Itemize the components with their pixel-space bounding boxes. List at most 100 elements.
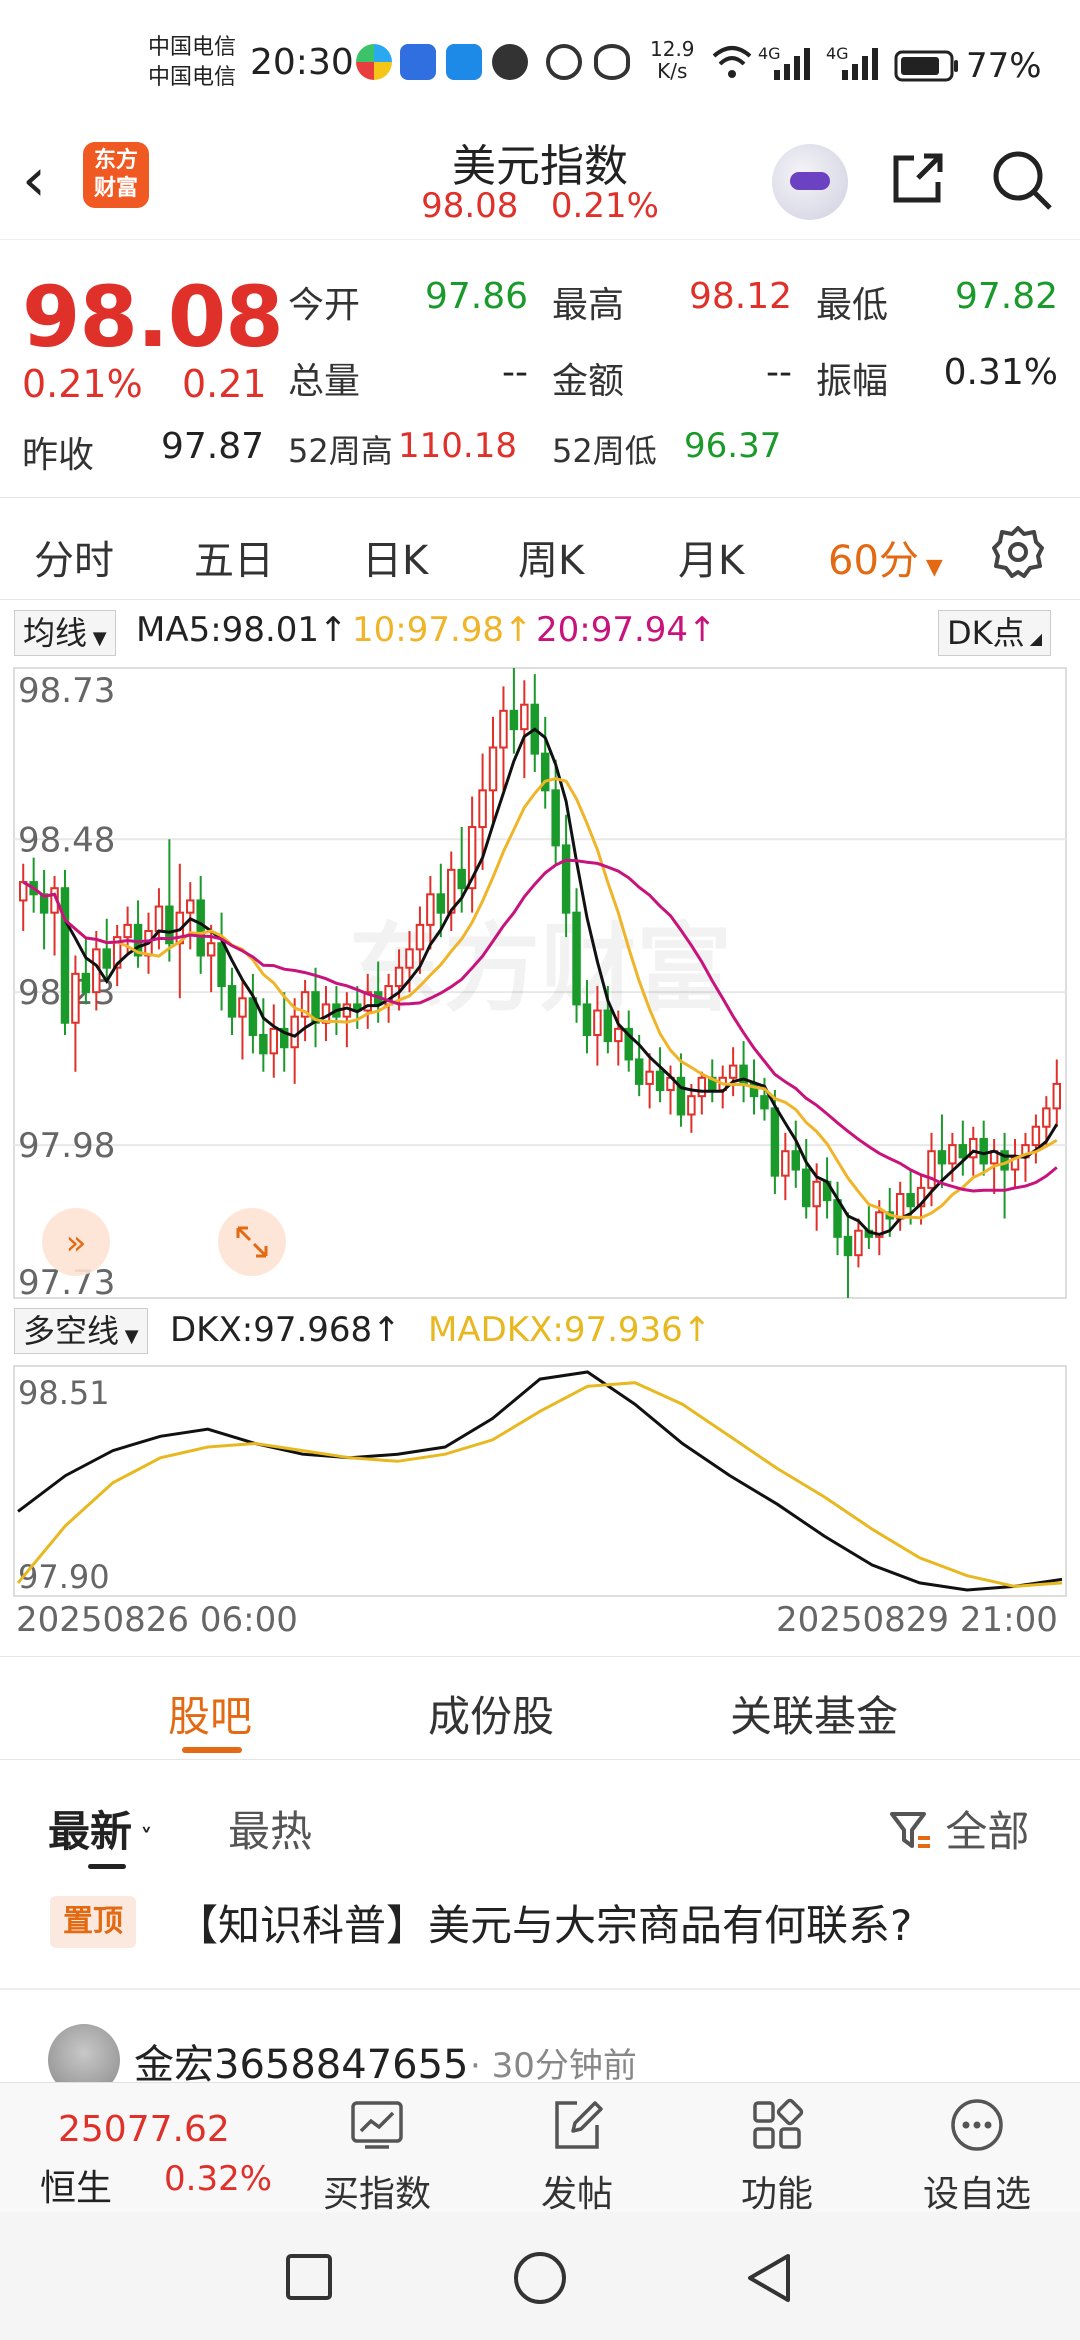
candle-body xyxy=(394,966,404,988)
candle-body xyxy=(572,911,581,1006)
ma10-label: 10:97.98↑ xyxy=(352,610,533,650)
candle-body xyxy=(582,1003,592,1036)
candle-body xyxy=(436,893,446,914)
candle xyxy=(488,716,498,828)
speedometer-icon xyxy=(546,44,582,80)
carrier-2: 中国电信 xyxy=(148,65,237,90)
ticker-change: 0.32% xyxy=(164,2159,273,2199)
candle-body xyxy=(426,893,435,926)
recent-apps-icon[interactable] xyxy=(284,2252,334,2302)
candle xyxy=(958,1120,968,1176)
candle-body xyxy=(728,1064,738,1079)
candle-body xyxy=(1031,1125,1041,1147)
candle xyxy=(269,1004,279,1078)
current-price: 98.08 xyxy=(22,268,284,366)
candlestick-chart[interactable]: 98.7398.4898.2397.9897.73东方财富» xyxy=(0,662,1080,1302)
period-tabs: 分时 五日 日K 周K 月K 60分 ▼ xyxy=(0,500,1080,600)
content-tabs: 股吧 成份股 关联基金 xyxy=(0,1656,1080,1760)
sub-indicator-select[interactable]: 多空线 ▼ xyxy=(14,1308,148,1354)
prev-close-label: 昨收 xyxy=(22,435,95,476)
quote-panel: 98.08 0.21% 0.21 昨收 97.87 今开 97.86 最高 98… xyxy=(0,240,1080,498)
candle-body xyxy=(123,923,132,939)
functions-button[interactable]: 功能 xyxy=(702,2095,852,2217)
gear-icon[interactable] xyxy=(990,524,1046,580)
filter-latest[interactable]: 最新 ˅ xyxy=(48,1798,152,1859)
grid-icon xyxy=(753,2098,804,2149)
tab-constituents[interactable]: 成份股 xyxy=(428,1683,554,1744)
chart-frame xyxy=(13,1365,1067,1597)
tab-intraday[interactable]: 分时 xyxy=(34,528,114,586)
hang-seng-ticker[interactable]: 25077.62 恒生 0.32% xyxy=(0,2083,300,2213)
forum-feed: 最新 ˅ 最热 全部 置顶 【知识科普】美元与大宗商品有何联系? 金宏36588… xyxy=(0,1762,1080,2096)
dkx-line xyxy=(17,1370,1063,1592)
tab-monthly-k[interactable]: 月K xyxy=(678,528,744,586)
candle-body xyxy=(760,1095,769,1110)
back-nav-icon[interactable] xyxy=(742,2250,796,2306)
candle-body xyxy=(895,1193,905,1220)
filter-hot[interactable]: 最热 xyxy=(228,1798,312,1859)
candle-body xyxy=(269,1027,279,1055)
madkx-label: MADKX:97.936↑ xyxy=(428,1310,712,1350)
candle-body xyxy=(186,899,195,914)
candle-body xyxy=(927,1150,936,1189)
candle-body xyxy=(634,1058,644,1085)
post-button[interactable]: 发帖 xyxy=(502,2095,652,2217)
amount-label: 金额 xyxy=(552,361,625,402)
indicator-select[interactable]: 均线 ▼ xyxy=(14,610,116,656)
ai-assistant-icon[interactable] xyxy=(772,144,848,220)
candle-body xyxy=(259,1033,268,1055)
expand-left-button[interactable]: » xyxy=(42,1208,110,1276)
pinned-post-title[interactable]: 【知识科普】美元与大宗商品有何联系? xyxy=(176,1892,912,1953)
wk52-low-label: 52周低 xyxy=(552,432,657,470)
candle-body xyxy=(509,709,519,731)
candle-body xyxy=(154,905,164,933)
dk-point-button[interactable]: DK点 ◢ xyxy=(938,610,1052,656)
candle-body xyxy=(979,1137,988,1165)
dropdown-arrow-icon: ▼ xyxy=(918,555,943,580)
candle-body xyxy=(603,1009,613,1043)
candle-body xyxy=(102,948,111,969)
candle-body xyxy=(833,1199,842,1238)
fullscreen-button[interactable] xyxy=(218,1208,286,1276)
ma5-label: MA5:98.01↑ xyxy=(136,610,348,650)
tab-weekly-k[interactable]: 周K xyxy=(518,528,584,586)
signal-icon-1 xyxy=(774,48,810,80)
amplitude-value: 0.31% xyxy=(943,352,1058,393)
candle xyxy=(645,1053,654,1109)
carrier-1: 中国电信 xyxy=(148,35,237,60)
dkx-chart[interactable]: 98.51 97.90 xyxy=(0,1362,1080,1600)
candle xyxy=(499,686,508,791)
y-tick-label: 98.73 xyxy=(18,671,115,711)
tab-daily-k[interactable]: 日K xyxy=(362,528,428,586)
candle-body xyxy=(937,1150,947,1165)
open-value: 97.86 xyxy=(424,276,528,317)
tab-five-day[interactable]: 五日 xyxy=(194,528,274,586)
battery-icon xyxy=(894,50,958,82)
candle-body xyxy=(854,1229,863,1257)
header-change-pct: 0.21% xyxy=(550,186,659,226)
candle-body xyxy=(948,1144,957,1165)
chart-area: 均线 ▼ MA5:98.01↑ 10:97.98↑ 20:97.94↑ DK点 … xyxy=(0,600,1080,1660)
prev-close-value: 97.87 xyxy=(160,426,264,467)
search-icon[interactable] xyxy=(990,148,1054,212)
candle-body xyxy=(488,746,498,792)
candle-body xyxy=(551,789,560,847)
add-watchlist-button[interactable]: 设自选 xyxy=(902,2095,1052,2217)
tab-forum[interactable]: 股吧 xyxy=(168,1683,252,1744)
low-label: 最低 xyxy=(816,285,889,326)
filter-all[interactable]: 全部 xyxy=(888,1798,1029,1859)
buy-index-button[interactable]: 买指数 xyxy=(302,2095,452,2217)
candle xyxy=(248,973,258,1054)
tab-60min[interactable]: 60分 ▼ xyxy=(828,528,943,586)
candle xyxy=(259,998,268,1072)
candle xyxy=(311,967,320,1048)
double-chevron-icon: » xyxy=(66,1223,87,1263)
ticker-value: 25077.62 xyxy=(58,2109,230,2150)
tab-related-funds[interactable]: 关联基金 xyxy=(730,1683,898,1744)
candle xyxy=(530,674,540,772)
ma20-line xyxy=(22,858,1058,1193)
candle xyxy=(133,900,143,968)
home-icon[interactable] xyxy=(512,2250,568,2306)
candle xyxy=(655,1047,665,1103)
share-icon[interactable] xyxy=(888,148,948,208)
